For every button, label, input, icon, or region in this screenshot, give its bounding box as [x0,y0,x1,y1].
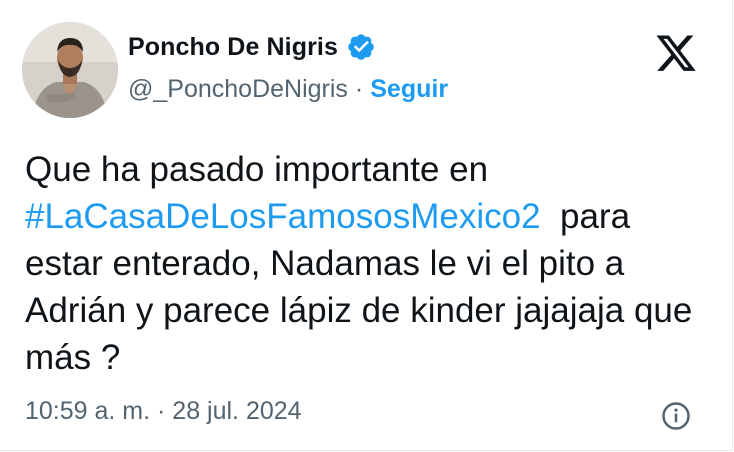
author-name[interactable]: Poncho De Nigris [128,33,338,62]
handle-row: @_PonchoDeNigris · Seguir [128,75,448,104]
x-logo-icon[interactable] [654,35,698,75]
hashtag-link[interactable]: #LaCasaDeLosFamososMexico2 [25,197,541,236]
avatar-photo [22,22,118,118]
tweet-text-part: Que ha pasado importante en [25,150,489,189]
author-handle[interactable]: @_PonchoDeNigris [128,75,348,104]
tweet-card: Poncho De Nigris @_PonchoDeNigris · Segu… [0,0,733,451]
tweet-timestamp[interactable]: 10:59 a. m. · 28 jul. 2024 [25,397,302,426]
separator-dot: · [354,75,364,103]
verified-badge-icon [346,32,376,62]
info-icon[interactable] [661,401,691,431]
tweet-text: Que ha pasado importante en #LaCasaDeLos… [25,146,715,381]
author-name-row: Poncho De Nigris [128,32,376,62]
avatar[interactable] [22,22,118,118]
follow-button[interactable]: Seguir [370,75,448,104]
